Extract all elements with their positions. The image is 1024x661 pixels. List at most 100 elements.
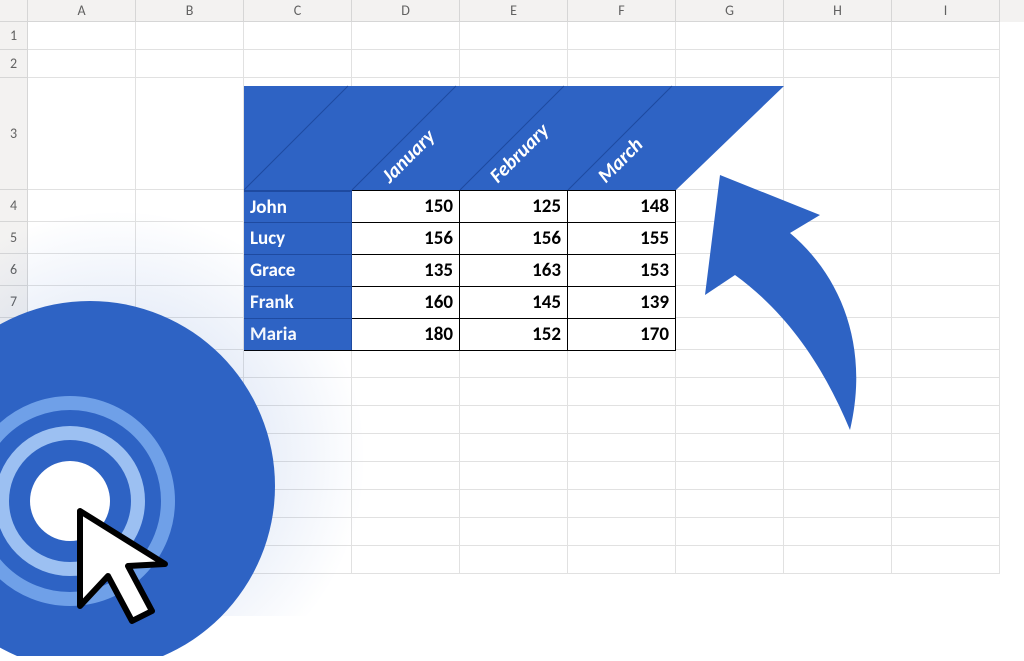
cell[interactable]: [568, 350, 676, 378]
cell[interactable]: [676, 462, 784, 490]
col-header-C[interactable]: C: [244, 0, 352, 22]
cell-value[interactable]: 156: [352, 222, 460, 254]
cell[interactable]: [568, 406, 676, 434]
cell[interactable]: [460, 462, 568, 490]
cell[interactable]: [28, 254, 136, 286]
cell[interactable]: [460, 546, 568, 574]
cell[interactable]: [136, 190, 244, 222]
cell[interactable]: [568, 518, 676, 546]
cell[interactable]: [136, 222, 244, 254]
cell[interactable]: [244, 50, 352, 78]
cell[interactable]: [352, 546, 460, 574]
cell[interactable]: [892, 462, 1000, 490]
cell-value[interactable]: 152: [460, 318, 568, 350]
cell[interactable]: [352, 406, 460, 434]
cell[interactable]: [784, 490, 892, 518]
cell-value[interactable]: 139: [568, 286, 676, 318]
cell[interactable]: [568, 546, 676, 574]
cell[interactable]: [136, 78, 244, 190]
cell[interactable]: [352, 350, 460, 378]
cell-value[interactable]: 156: [460, 222, 568, 254]
cell[interactable]: [676, 490, 784, 518]
col-header-F[interactable]: F: [568, 0, 676, 22]
row-header-6[interactable]: 6: [0, 254, 28, 286]
cell-value[interactable]: 155: [568, 222, 676, 254]
row-header-5[interactable]: 5: [0, 222, 28, 254]
cell-value[interactable]: 170: [568, 318, 676, 350]
cell-value[interactable]: 148: [568, 190, 676, 222]
cell[interactable]: [352, 490, 460, 518]
cell[interactable]: [676, 546, 784, 574]
cell-value[interactable]: 135: [352, 254, 460, 286]
cell[interactable]: [676, 518, 784, 546]
cell[interactable]: [568, 462, 676, 490]
cell[interactable]: [568, 50, 676, 78]
cell[interactable]: [28, 78, 136, 190]
cell[interactable]: [568, 22, 676, 50]
table-row: Grace 135 163 153: [244, 254, 676, 286]
cell[interactable]: [460, 378, 568, 406]
col-header-E[interactable]: E: [460, 0, 568, 22]
cell[interactable]: [784, 50, 892, 78]
cell[interactable]: [892, 546, 1000, 574]
cell[interactable]: [460, 406, 568, 434]
cell[interactable]: [352, 434, 460, 462]
row-header-1[interactable]: 1: [0, 22, 28, 50]
col-header-I[interactable]: I: [892, 0, 1000, 22]
cell[interactable]: [352, 462, 460, 490]
col-header-D[interactable]: D: [352, 0, 460, 22]
cell-value[interactable]: 180: [352, 318, 460, 350]
cell-value[interactable]: 163: [460, 254, 568, 286]
cell-value[interactable]: 145: [460, 286, 568, 318]
col-header-B[interactable]: B: [136, 0, 244, 22]
cell[interactable]: [460, 518, 568, 546]
cell-value[interactable]: 160: [352, 286, 460, 318]
cell[interactable]: [568, 434, 676, 462]
cell[interactable]: [460, 50, 568, 78]
cell-value[interactable]: 150: [352, 190, 460, 222]
cell[interactable]: [28, 222, 136, 254]
cell[interactable]: [28, 50, 136, 78]
cell-value[interactable]: 153: [568, 254, 676, 286]
col-header-H[interactable]: H: [784, 0, 892, 22]
cell[interactable]: [460, 490, 568, 518]
cell[interactable]: [136, 254, 244, 286]
select-all-corner[interactable]: [0, 0, 28, 22]
cell[interactable]: [676, 22, 784, 50]
cell[interactable]: [352, 22, 460, 50]
cell[interactable]: [892, 490, 1000, 518]
cell[interactable]: [28, 190, 136, 222]
row-header-3[interactable]: 3: [0, 78, 28, 190]
cell[interactable]: [784, 546, 892, 574]
cell[interactable]: [244, 22, 352, 50]
cell[interactable]: [784, 518, 892, 546]
cell[interactable]: [352, 50, 460, 78]
cell[interactable]: [136, 22, 244, 50]
cell[interactable]: [892, 518, 1000, 546]
col-header-G[interactable]: G: [676, 0, 784, 22]
cell[interactable]: [892, 22, 1000, 50]
cell[interactable]: [28, 22, 136, 50]
cell[interactable]: [676, 50, 784, 78]
cell-value[interactable]: 125: [460, 190, 568, 222]
row-header-2[interactable]: 2: [0, 50, 28, 78]
cell[interactable]: [460, 350, 568, 378]
cell[interactable]: [892, 50, 1000, 78]
cell[interactable]: [460, 22, 568, 50]
table-row: John 150 125 148: [244, 190, 676, 222]
cell[interactable]: [568, 378, 676, 406]
cell[interactable]: [784, 462, 892, 490]
table-row: Maria 180 152 170: [244, 318, 676, 350]
cell[interactable]: [568, 490, 676, 518]
row-header-4[interactable]: 4: [0, 190, 28, 222]
table-body: John 150 125 148 Lucy 156 156 155 Grace …: [244, 190, 676, 351]
row-name[interactable]: Lucy: [244, 222, 352, 254]
cell[interactable]: [460, 434, 568, 462]
cell[interactable]: [352, 518, 460, 546]
cell[interactable]: [784, 22, 892, 50]
cell[interactable]: [136, 50, 244, 78]
col-header-A[interactable]: A: [28, 0, 136, 22]
row-name[interactable]: Grace: [244, 254, 352, 286]
row-name[interactable]: John: [244, 190, 352, 222]
cell[interactable]: [352, 378, 460, 406]
